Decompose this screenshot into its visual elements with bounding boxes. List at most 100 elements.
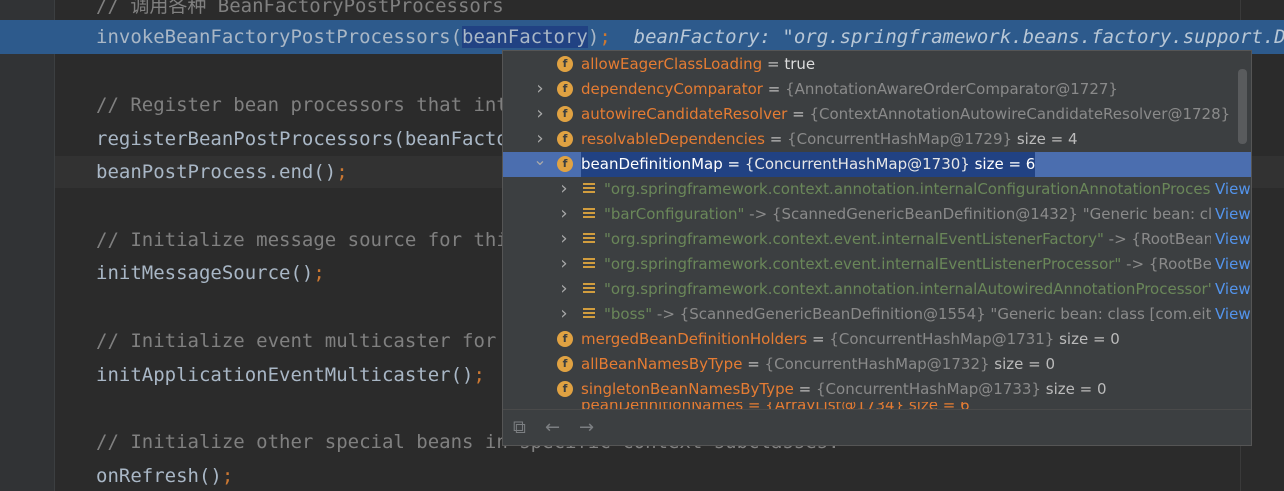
field-row[interactable]: › f autowireCandidateResolver = {ContextAn… bbox=[503, 102, 1251, 127]
semicolon: ; bbox=[221, 465, 234, 487]
size-label: size = 0 bbox=[1054, 330, 1120, 348]
expand-arrow-icon[interactable]: › bbox=[557, 177, 571, 201]
view-link[interactable]: View bbox=[1211, 227, 1251, 252]
equals-sign: = bbox=[742, 355, 765, 373]
map-entry-row[interactable]: › "org.springframework.context.annotation… bbox=[503, 177, 1251, 202]
equals-sign: = bbox=[787, 105, 810, 123]
field-row[interactable]: f singletonBeanNamesByType = {ConcurrentH… bbox=[503, 377, 1251, 402]
code-line: onRefresh(); bbox=[96, 464, 233, 488]
equals-sign: = bbox=[762, 55, 785, 73]
field-icon: f bbox=[557, 81, 573, 97]
entry-text: "org.springframework.context.annotation.… bbox=[604, 277, 1212, 302]
field-value: {ConcurrentHashMap@1731} bbox=[829, 330, 1055, 348]
code-text: registerBeanPostProcessors(beanFactor bbox=[96, 128, 520, 150]
field-row[interactable]: f mergedBeanDefinitionHolders = {Concurre… bbox=[503, 327, 1251, 352]
semicolon: ; bbox=[473, 364, 485, 386]
code-line: initApplicationEventMulticaster(); bbox=[96, 363, 485, 387]
field-text: allBeanNamesByType = {ConcurrentHashMap@… bbox=[581, 352, 1055, 377]
field-row-partial[interactable]: beanDefinitionNames = {ArrayList@1734} s… bbox=[503, 402, 1251, 409]
field-text: mergedBeanDefinitionHolders = {Concurren… bbox=[581, 327, 1120, 352]
code-line: registerBeanPostProcessors(beanFactor bbox=[96, 127, 519, 151]
field-row[interactable]: › f resolvableDependencies = {ConcurrentHa… bbox=[503, 127, 1251, 152]
view-link[interactable]: View bbox=[1211, 177, 1251, 202]
entry-text: "boss" -> {ScannedGenericBeanDefinition@… bbox=[604, 302, 1243, 327]
view-link[interactable]: View bbox=[1211, 252, 1251, 277]
selected-variable[interactable]: beanFactory bbox=[462, 26, 588, 48]
field-row[interactable]: ⌄ f beanDefinitionMap = {ConcurrentHashMap… bbox=[503, 152, 1251, 177]
equals-sign: = bbox=[807, 330, 830, 348]
collapse-arrow-icon[interactable]: ⌄ bbox=[533, 152, 547, 172]
field-value: {AnnotationAwareOrderComparator@1727} bbox=[785, 80, 1118, 98]
map-entry-row[interactable]: › "boss" -> {ScannedGenericBeanDefinition… bbox=[503, 302, 1251, 327]
back-arrow-icon[interactable]: ← bbox=[545, 419, 560, 437]
code-text: onRefresh() bbox=[96, 465, 222, 487]
entry-text: "org.springframework.context.event.inter… bbox=[604, 252, 1231, 277]
expand-arrow-icon[interactable]: › bbox=[533, 102, 547, 126]
field-icon: f bbox=[557, 56, 573, 72]
comment-text: // 调用各种 BeanFactoryPostProcessors bbox=[96, 0, 504, 17]
forward-arrow-icon[interactable]: → bbox=[579, 419, 594, 437]
popup-scrollbar[interactable] bbox=[1238, 69, 1247, 144]
size-label: size = 0 bbox=[1040, 380, 1107, 398]
field-row[interactable]: f allowEagerClassLoading = true bbox=[503, 52, 1251, 77]
variables-tree[interactable]: f allowEagerClassLoading = true › f dependen… bbox=[503, 51, 1251, 409]
watch-icon[interactable]: ⧉ bbox=[513, 419, 526, 437]
field-icon: f bbox=[557, 356, 573, 372]
expand-arrow-icon[interactable]: › bbox=[557, 277, 571, 301]
field-name: autowireCandidateResolver bbox=[581, 105, 788, 123]
code-line: beanPostProcess.end(); bbox=[96, 160, 348, 184]
field-text: allowEagerClassLoading = true bbox=[581, 52, 815, 77]
code-comment: // Initialize event multicaster for t bbox=[96, 329, 519, 353]
field-value: {ContextAnnotationAutowireCandidateResol… bbox=[809, 105, 1231, 123]
field-row[interactable]: › f dependencyComparator = {AnnotationAwar… bbox=[503, 77, 1251, 102]
entry-key: "org.springframework.context.event.inter… bbox=[604, 230, 1104, 248]
field-icon: f bbox=[557, 156, 573, 172]
map-entry-icon bbox=[583, 308, 595, 321]
field-name: dependencyComparator bbox=[581, 80, 763, 98]
expand-arrow-icon[interactable]: › bbox=[533, 77, 547, 101]
field-icon: f bbox=[557, 131, 573, 147]
map-entry-icon bbox=[583, 283, 595, 296]
equals-sign: = bbox=[793, 380, 816, 398]
field-name: allowEagerClassLoading bbox=[581, 55, 763, 73]
map-entry-row[interactable]: › "barConfiguration" -> {ScannedGenericBe… bbox=[503, 202, 1251, 227]
entry-text: "org.springframework.context.annotation.… bbox=[604, 177, 1215, 202]
comment-text: // Initialize event multicaster for t bbox=[96, 330, 520, 352]
entry-text: "org.springframework.context.event.inter… bbox=[604, 227, 1225, 252]
field-row[interactable]: f allBeanNamesByType = {ConcurrentHashMap… bbox=[503, 352, 1251, 377]
expand-arrow-icon[interactable]: › bbox=[557, 202, 571, 226]
view-link[interactable]: View bbox=[1211, 302, 1251, 327]
code-line: initMessageSource(); bbox=[96, 261, 325, 285]
field-text: beanDefinitionNames = {ArrayList@1734} s… bbox=[581, 402, 970, 409]
inline-debug-value: beanFactory: "org.springframework.beans.… bbox=[610, 26, 1284, 48]
equals-sign: = bbox=[722, 155, 745, 173]
expand-arrow-icon[interactable]: › bbox=[557, 302, 571, 326]
entry-key: "boss" bbox=[604, 305, 653, 323]
size-label: size = 6 bbox=[969, 155, 1036, 173]
gutter-separator bbox=[54, 0, 55, 491]
equals-sign: = bbox=[762, 80, 786, 98]
view-link[interactable]: View bbox=[1211, 202, 1251, 227]
method-call: invokeBeanFactoryPostProcessors( bbox=[96, 26, 463, 48]
map-entry-row[interactable]: › "org.springframework.context.event.inte… bbox=[503, 227, 1251, 252]
view-link[interactable]: View bbox=[1211, 277, 1251, 302]
map-entry-row[interactable]: › "org.springframework.context.event.inte… bbox=[503, 252, 1251, 277]
map-entry-icon bbox=[583, 208, 595, 221]
field-value: {ConcurrentHashMap@1732} bbox=[764, 355, 990, 373]
entry-value: -> {ScannedGenericBeanDefinition@1432} "… bbox=[744, 205, 1238, 223]
expand-arrow-icon[interactable]: › bbox=[557, 252, 571, 276]
entry-key: "org.springframework.context.annotation.… bbox=[604, 280, 1212, 298]
field-name: mergedBeanDefinitionHolders bbox=[581, 330, 808, 348]
field-text: autowireCandidateResolver = {ContextAnno… bbox=[581, 102, 1230, 127]
debugger-variables-popup[interactable]: f allowEagerClassLoading = true › f dependen… bbox=[502, 50, 1252, 446]
code-text: beanPostProcess.end() bbox=[96, 161, 337, 183]
field-value: true bbox=[784, 55, 816, 73]
field-value: {ConcurrentHashMap@1733} bbox=[816, 380, 1041, 398]
expand-arrow-icon[interactable]: › bbox=[533, 127, 547, 151]
field-icon: f bbox=[557, 381, 573, 397]
map-entry-row[interactable]: › "org.springframework.context.annotation… bbox=[503, 277, 1251, 302]
expand-arrow-icon[interactable]: › bbox=[557, 227, 571, 251]
entry-key: "org.springframework.context.event.inter… bbox=[604, 255, 1122, 273]
field-name: singletonBeanNamesByType bbox=[581, 380, 794, 398]
entry-key: "barConfiguration" bbox=[604, 205, 745, 223]
